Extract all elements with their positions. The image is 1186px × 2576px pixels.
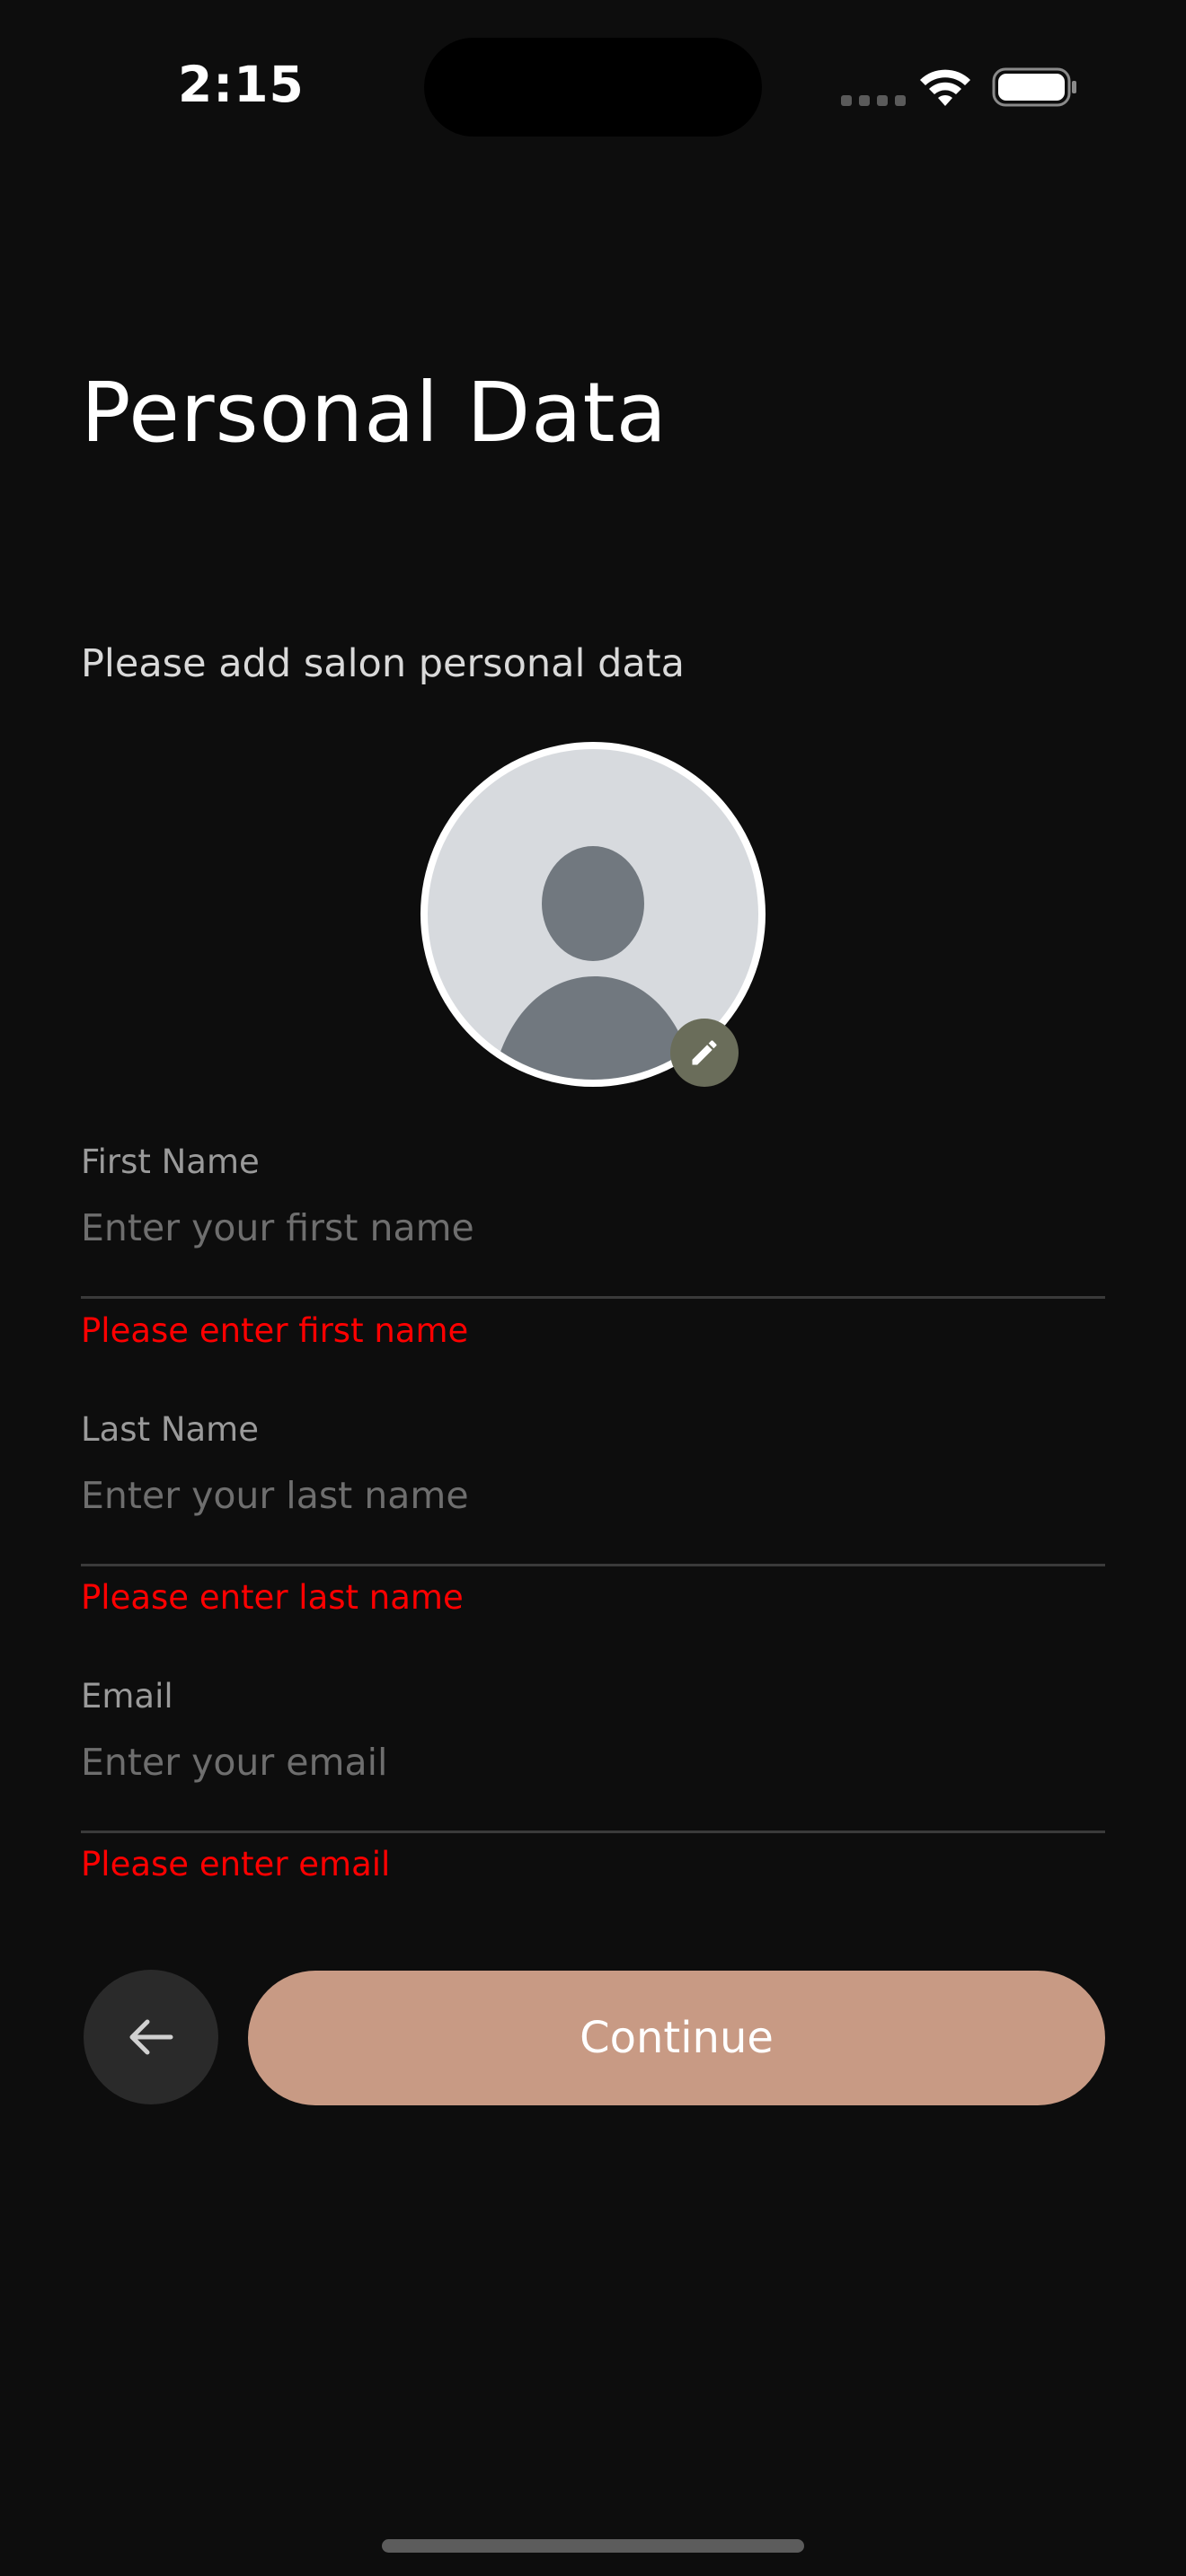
page-title: Personal Data	[81, 365, 668, 461]
last-name-error: Please enter last name	[81, 1578, 464, 1617]
arrow-left-icon	[129, 2019, 173, 2055]
email-input[interactable]	[81, 1722, 1105, 1803]
first-name-error: Please enter first name	[81, 1311, 469, 1350]
home-indicator	[382, 2539, 804, 2553]
pencil-icon	[692, 1040, 717, 1065]
continue-button[interactable]: Continue	[248, 1971, 1105, 2105]
battery-icon	[992, 67, 1076, 107]
wifi-icon	[920, 69, 970, 106]
dynamic-island	[424, 38, 762, 137]
email-underline	[81, 1831, 1105, 1833]
back-button[interactable]	[84, 1970, 218, 2104]
first-name-underline	[81, 1296, 1105, 1299]
email-label: Email	[81, 1677, 173, 1716]
page-subtitle: Please add salon personal data	[81, 641, 685, 686]
first-name-input[interactable]	[81, 1187, 1105, 1268]
last-name-input[interactable]	[81, 1455, 1105, 1536]
first-name-label: First Name	[81, 1142, 260, 1181]
cellular-signal-icon	[841, 95, 906, 106]
email-error: Please enter email	[81, 1845, 391, 1883]
status-time: 2:15	[178, 56, 305, 113]
last-name-underline	[81, 1564, 1105, 1566]
edit-avatar-button[interactable]	[670, 1019, 739, 1087]
last-name-label: Last Name	[81, 1410, 259, 1449]
